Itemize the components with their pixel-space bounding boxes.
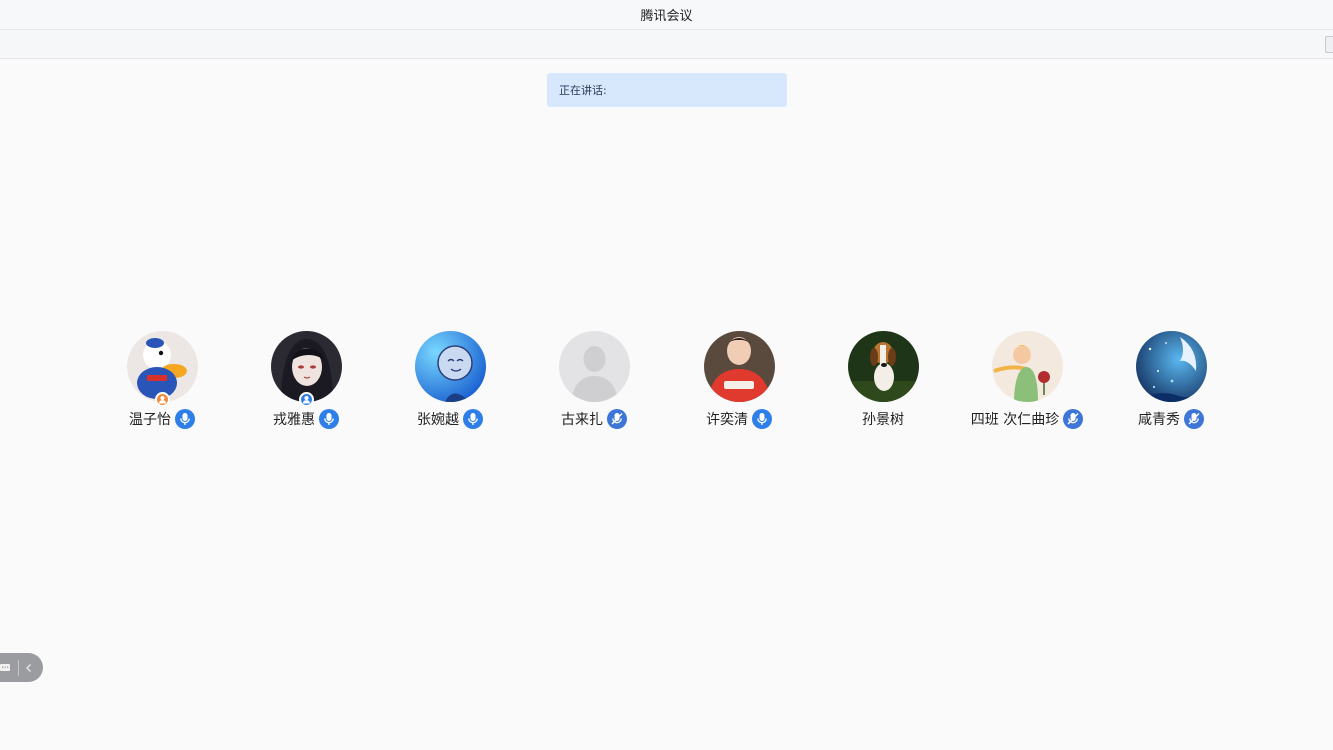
participant-tile[interactable]: 戎雅惠 [236, 331, 376, 429]
title-bar: 腾讯会议 [0, 0, 1333, 30]
participant-name: 咸青秀 [1138, 412, 1180, 428]
chat-icon[interactable] [0, 662, 12, 674]
microphone-icon[interactable] [463, 409, 483, 429]
speaking-label: 正在讲话: [559, 84, 607, 97]
participant-tile[interactable]: 温子怡 [92, 331, 232, 429]
cohost-badge [298, 392, 314, 407]
microphone-icon[interactable] [319, 409, 339, 429]
user-icon [158, 395, 166, 404]
participant-tile[interactable]: 四班 次仁曲珍 [957, 331, 1097, 429]
microphone-icon[interactable] [752, 409, 772, 429]
night-sky-avatar [1135, 331, 1207, 402]
little-prince-avatar [991, 331, 1063, 402]
toolbar [0, 30, 1333, 59]
participant-tile[interactable]: 孙景树 [813, 331, 953, 429]
divider [18, 659, 19, 676]
man-red-jacket-avatar [703, 331, 775, 402]
microphone-muted-icon[interactable] [1184, 409, 1204, 429]
default-person-avatar [558, 331, 630, 402]
toolbar-edge-button[interactable] [1325, 36, 1333, 53]
participant-name: 四班 次仁曲珍 [970, 412, 1060, 428]
blue-balloon-avatar [414, 331, 486, 402]
participant-tile[interactable]: 咸青秀 [1101, 331, 1241, 429]
microphone-icon[interactable] [175, 409, 195, 429]
microphone-muted-icon[interactable] [607, 409, 627, 429]
chat-side-tab[interactable] [0, 653, 43, 682]
participant-name: 古来扎 [561, 412, 603, 428]
participant-tile[interactable]: 古来扎 [524, 331, 664, 429]
participant-name: 许奕清 [706, 412, 748, 428]
window-title: 腾讯会议 [640, 9, 693, 24]
participant-name: 戎雅惠 [273, 412, 315, 428]
speaking-indicator: 正在讲话: [547, 73, 787, 107]
participant-name: 温子怡 [129, 412, 171, 428]
participant-name: 孙景树 [862, 412, 904, 428]
host-badge [154, 392, 170, 407]
participant-tile[interactable]: 张婉越 [380, 331, 520, 429]
chevron-left-icon[interactable] [25, 663, 33, 673]
microphone-muted-icon[interactable] [1063, 409, 1084, 429]
participant-name: 张婉越 [417, 412, 459, 428]
beagle-dog-avatar [847, 331, 919, 402]
participant-tile[interactable]: 许奕清 [669, 331, 809, 429]
user-icon [302, 395, 310, 404]
